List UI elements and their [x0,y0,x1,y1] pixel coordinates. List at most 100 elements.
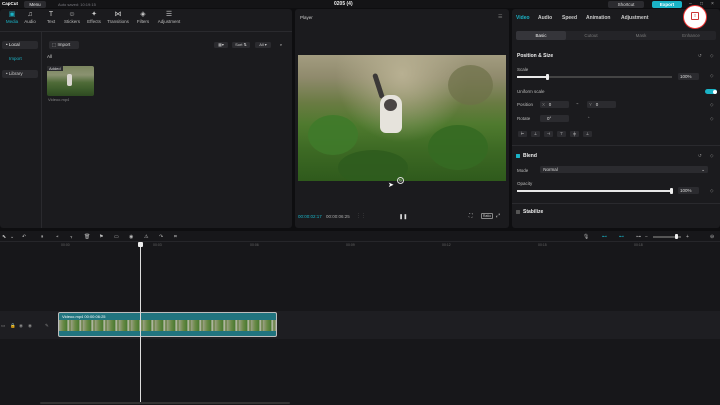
reset-icon[interactable]: ↺ [698,53,702,59]
marker-icon[interactable]: ⚑ [99,234,103,240]
align-left-icon[interactable]: ⊢ [518,131,527,137]
video-preview[interactable] [298,55,506,181]
rotate-handle-icon[interactable]: ↻ [397,177,404,184]
fullscreen-icon[interactable]: ⛶ [469,213,473,219]
ratio-button[interactable]: Ratio [481,213,493,219]
magnet-icon[interactable]: ⊷ [602,234,607,240]
freeze-icon[interactable]: ▭ [114,234,119,240]
subtab-enhance[interactable]: Enhance [666,31,716,40]
tab-adjustment[interactable]: ☰ Adjustment [156,11,182,24]
shortcut-button[interactable]: Shortcut [608,0,644,8]
view-grid-icon[interactable]: ▦▾ [214,42,228,48]
tab-stickers[interactable]: ☺ Stickers [61,11,83,24]
subtab-cutout[interactable]: Cutout [566,31,616,40]
keyframe-icon[interactable]: ◇ [710,188,713,194]
pause-button[interactable]: ❚❚ [399,214,407,220]
visibility-icon[interactable]: ◉ [19,323,23,329]
opacity-slider-knob[interactable] [670,188,673,194]
tab-video[interactable]: Video [516,15,530,21]
subtab-mask[interactable]: Mask [616,31,666,40]
tab-effects[interactable]: ✦ Effects [83,11,105,24]
position-x-input[interactable]: X 0 [540,101,569,108]
timecode-toggle-icon[interactable]: ⋮⋮ [356,213,366,219]
mute-icon[interactable]: ◉ [28,323,32,329]
link-clips-icon[interactable]: ⊷ [619,234,624,240]
microphone-icon[interactable]: 🎙 [583,234,589,240]
menu-button[interactable]: Menu [24,0,46,8]
align-top-icon[interactable]: ⊤ [557,131,566,137]
media-thumbnail[interactable]: Added [47,66,94,96]
sidebar-item-library[interactable]: • Library [2,70,38,78]
tab-audio[interactable]: ♫ Audio [19,11,41,24]
tab-animation[interactable]: Animation [586,15,610,21]
keyframe-icon[interactable]: ◇ [710,102,713,108]
tab-adjustment-props[interactable]: Adjustment [621,15,649,21]
video-clip[interactable]: Videoo.mp4 00:00:06:25 [58,312,277,337]
project-title[interactable]: 0205 (4) [334,1,353,7]
link-icon[interactable]: ⌁ [576,101,579,107]
uniform-scale-toggle[interactable] [705,89,717,94]
player-menu-icon[interactable]: ☰ [498,14,502,20]
zoom-slider-knob[interactable] [675,234,678,239]
tab-audio-props[interactable]: Audio [538,15,552,21]
opacity-value-input[interactable]: 100% [678,187,699,194]
sort-button[interactable]: Sort ⇅ [232,42,250,48]
stabilize-checkbox[interactable] [516,210,520,214]
scale-slider-knob[interactable] [546,74,549,80]
tab-text[interactable]: T Text [40,11,62,24]
split-left-icon[interactable]: ⫞ [56,234,59,240]
subtab-basic[interactable]: Basic [516,31,566,40]
track-lock-icon[interactable]: ▭ [1,323,5,329]
playhead[interactable] [138,242,143,402]
split-icon[interactable]: ⏸ [41,234,44,240]
scale-slider[interactable] [517,74,672,80]
edit-cover-icon[interactable]: ✎ [45,323,49,329]
dropdown-icon[interactable]: ⌄ [10,234,14,240]
sidebar-item-local[interactable]: • Local [2,41,38,49]
zoom-out-icon[interactable]: − [645,234,648,240]
tab-transitions-label: Transitions [107,19,129,24]
mode-dropdown[interactable]: Normal ⌄ [540,166,708,173]
blend-checkbox[interactable] [516,154,520,158]
keyframe-icon[interactable]: ◇ [710,53,713,59]
preview-axis-icon[interactable]: ⊶ [636,234,641,240]
fit-icon[interactable]: ⊖ [710,234,714,240]
rotate-dial-icon[interactable]: ◔ [587,115,590,120]
rotate-icon[interactable]: ↷ [159,234,163,240]
keyframe-icon[interactable]: ◇ [710,73,713,79]
import-button[interactable]: ⬚ Import [49,41,79,49]
scale-value-input[interactable]: 100% [678,73,699,80]
folder-export-icon[interactable]: ⇪ [691,12,699,20]
keyframe-icon[interactable]: ◇ [710,153,713,159]
align-bottom-icon[interactable]: ⊥ [583,131,592,137]
split-right-icon[interactable]: ⫟ [70,234,73,240]
search-icon[interactable]: ⌕ [277,42,285,48]
opacity-slider[interactable] [517,188,673,194]
delete-icon[interactable]: 🗑 [84,234,90,240]
undo-icon[interactable]: ↶ [22,234,26,240]
expand-icon[interactable]: ⤢ [496,213,500,219]
select-tool-icon[interactable]: ⬉ [2,234,6,240]
zoom-in-icon[interactable]: + [686,234,689,240]
position-y-input[interactable]: Y 0 [587,101,616,108]
export-button[interactable]: Export [652,0,682,8]
lock-icon[interactable]: 🔒 [10,323,16,329]
align-center-h-icon[interactable]: ⊥ [531,131,540,137]
crop-icon[interactable]: ⌗ [174,234,177,240]
tab-speed[interactable]: Speed [562,15,577,21]
tab-transitions[interactable]: ⋈ Transitions [107,11,129,24]
all-label: All [47,54,53,59]
timeline-scrollbar[interactable] [40,402,290,404]
reverse-icon[interactable]: ◉ [129,234,133,240]
mirror-icon[interactable]: ⚠ [144,234,148,240]
align-middle-icon[interactable]: ╪ [570,131,579,137]
rotate-input[interactable]: 0° [540,115,569,122]
keyframe-icon[interactable]: ◇ [710,116,713,122]
zoom-slider[interactable] [653,234,681,239]
filter-all-dropdown[interactable]: All ▾ [255,42,271,48]
reset-icon[interactable]: ↺ [698,153,702,159]
close-icon[interactable]: × [711,1,714,7]
tab-filters[interactable]: ◈ Filters [132,11,154,24]
align-right-icon[interactable]: ⊣ [544,131,553,137]
sidebar-item-import[interactable]: Import [2,55,38,63]
